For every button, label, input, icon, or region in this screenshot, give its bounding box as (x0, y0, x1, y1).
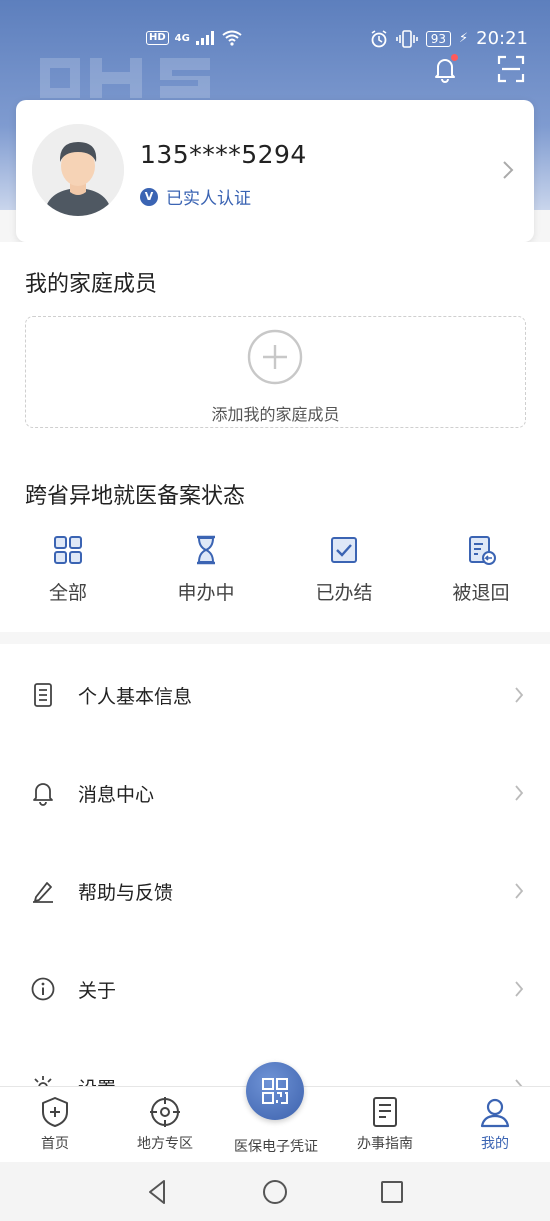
tab-label: 办事指南 (357, 1136, 413, 1152)
hourglass-icon (197, 535, 215, 565)
menu-item-about[interactable]: 关于 (0, 958, 550, 1018)
tab-mine[interactable]: 我的 (440, 1087, 550, 1163)
network-label: 4G (174, 32, 190, 44)
signal-icon (195, 31, 214, 45)
hd-badge: HD (146, 31, 169, 45)
status-label: 已办结 (315, 582, 373, 604)
back-icon[interactable] (142, 1176, 174, 1208)
logo-watermark (40, 58, 210, 98)
tab-label: 我的 (481, 1136, 509, 1152)
chevron-right-icon (515, 687, 524, 703)
family-section-title: 我的家庭成员 (25, 272, 158, 297)
chevron-right-icon (515, 981, 524, 997)
bell-outline-icon (33, 783, 53, 806)
status-bar: HD 4G 93 ⚡ 20:21 (0, 26, 550, 56)
verification-label: 已实人认证 (166, 189, 251, 209)
status-label: 全部 (48, 582, 87, 604)
avatar (32, 124, 124, 216)
verification-status: V 已实人认证 (140, 184, 251, 209)
notification-dot (451, 54, 458, 61)
tab-label-e-voucher[interactable]: 医保电子凭证 (220, 1136, 332, 1156)
grid-icon (54, 536, 82, 564)
menu-label: 关于 (78, 980, 117, 1002)
system-navigation-bar (0, 1162, 550, 1221)
chevron-right-icon (515, 785, 524, 801)
shield-plus-icon (42, 1097, 68, 1127)
clock: 20:21 (476, 28, 528, 49)
status-all[interactable]: 全部 (8, 534, 128, 605)
verified-icon: V (140, 187, 158, 206)
menu-label: 个人基本信息 (78, 686, 193, 708)
document-icon (34, 683, 52, 707)
pen-icon (33, 882, 53, 903)
tab-label: 地方专区 (137, 1136, 193, 1152)
target-icon (150, 1097, 180, 1127)
chevron-right-icon (503, 161, 514, 179)
battery-indicator: 93 (425, 30, 451, 47)
vibrate-icon (395, 29, 418, 48)
checkbox-icon (331, 537, 357, 563)
tab-label: 首页 (41, 1136, 69, 1152)
header-actions (430, 54, 526, 84)
status-right: 93 ⚡ 20:21 (370, 28, 528, 49)
tab-local-zone[interactable]: 地方专区 (110, 1087, 220, 1163)
status-completed[interactable]: 已办结 (284, 534, 404, 605)
guide-icon (373, 1097, 397, 1127)
info-icon (31, 977, 55, 1001)
menu-item-help-feedback[interactable]: 帮助与反馈 (0, 860, 550, 920)
settings-menu: 个人基本信息 消息中心 帮助与反馈 关于 设置 (0, 644, 550, 1089)
wifi-icon (222, 30, 242, 46)
recents-icon[interactable] (376, 1176, 408, 1208)
menu-item-message-center[interactable]: 消息中心 (0, 762, 550, 822)
status-label: 被退回 (452, 582, 510, 604)
phone-number: 135****5294 (140, 140, 307, 169)
alarm-icon (371, 29, 387, 47)
menu-item-personal-info[interactable]: 个人基本信息 (0, 664, 550, 724)
status-left: HD 4G (146, 30, 242, 46)
document-return-icon (469, 536, 496, 565)
home-icon[interactable] (259, 1176, 291, 1208)
medical-insurance-qr-button[interactable] (246, 1062, 304, 1120)
filing-status-row: 全部 申办中 已办结 被退回 (0, 534, 550, 614)
menu-label: 帮助与反馈 (78, 882, 174, 904)
status-label: 申办中 (177, 582, 235, 604)
qr-code-icon (262, 1078, 288, 1104)
add-family-label: 添加我的家庭成员 (211, 405, 340, 424)
add-family-member-button[interactable]: 添加我的家庭成员 (25, 316, 526, 428)
status-returned[interactable]: 被退回 (421, 534, 541, 605)
profile-card[interactable]: 135****5294 V 已实人认证 (16, 100, 534, 242)
status-in-progress[interactable]: 申办中 (146, 534, 266, 605)
tab-guide[interactable]: 办事指南 (330, 1087, 440, 1163)
filing-status-title: 跨省异地就医备案状态 (25, 484, 246, 509)
tab-home[interactable]: 首页 (0, 1087, 110, 1163)
scan-icon[interactable] (496, 54, 526, 84)
chevron-right-icon (515, 883, 524, 899)
user-icon (480, 1098, 510, 1128)
add-circle-icon (247, 329, 303, 385)
menu-label: 消息中心 (78, 784, 155, 806)
family-and-status-section: 我的家庭成员 添加我的家庭成员 跨省异地就医备案状态 全部 申办中 已办结 被退… (0, 242, 550, 632)
charging-icon: ⚡ (458, 31, 469, 46)
bell-icon[interactable] (430, 54, 460, 84)
